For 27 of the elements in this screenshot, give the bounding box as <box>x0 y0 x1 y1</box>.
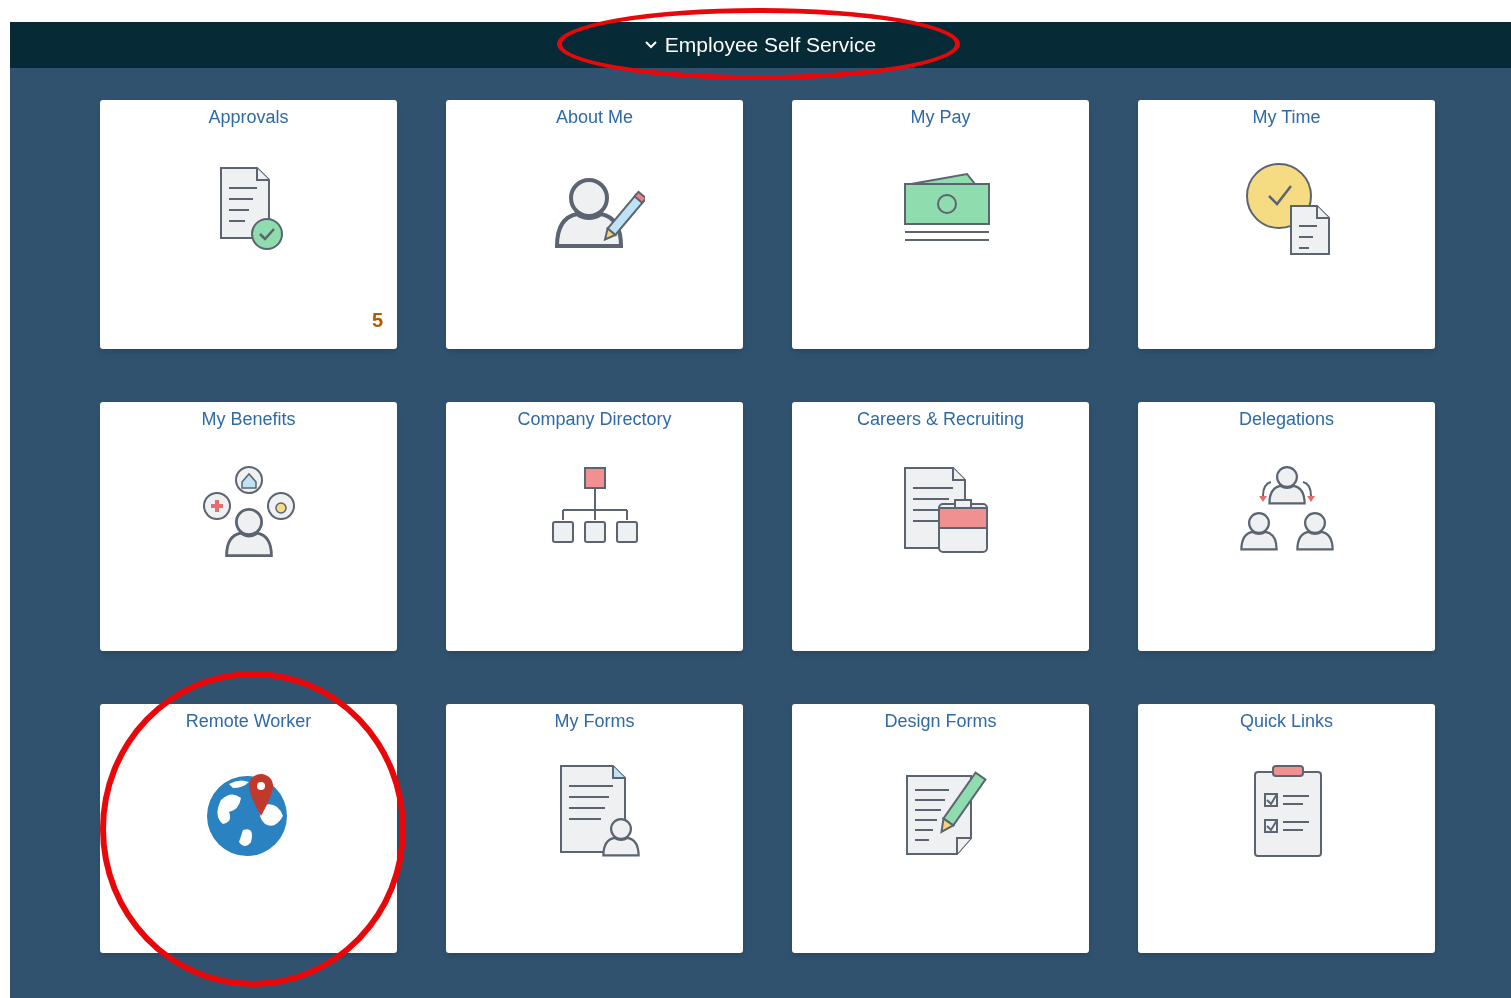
app-tile[interactable]: My Forms <box>446 704 743 953</box>
app-tile[interactable]: About Me <box>446 100 743 349</box>
tile-title: Design Forms <box>884 710 997 732</box>
tile-title: Approvals <box>208 106 289 128</box>
tile-title: Quick Links <box>1239 710 1333 732</box>
tile-title: Careers & Recruiting <box>856 408 1025 430</box>
dashboard-title-button[interactable]: Employee Self Service <box>644 29 877 61</box>
tile-title: My Benefits <box>201 408 296 430</box>
tile-count: 5 <box>371 309 383 331</box>
chevron-icon <box>644 41 657 49</box>
tile-title: My Forms <box>554 710 635 732</box>
tile-title: About Me <box>555 106 633 128</box>
app-tile[interactable]: Approvals 5 <box>100 100 397 349</box>
app-tile[interactable]: Company Directory <box>446 402 743 651</box>
tile-title: My Time <box>1252 106 1321 128</box>
app-tile[interactable]: Quick Links <box>1138 704 1435 953</box>
app-tile[interactable]: Remote Worker <box>100 704 397 953</box>
tile-title: Company Directory <box>517 408 672 430</box>
app-tile[interactable]: Careers & Recruiting <box>792 402 1089 651</box>
app-tile[interactable]: My Time <box>1138 100 1435 349</box>
app-tile[interactable]: Delegations <box>1138 402 1435 651</box>
tile-title: Remote Worker <box>185 710 312 732</box>
app-tile[interactable]: My Pay <box>792 100 1089 349</box>
tile-title: Delegations <box>1238 408 1335 430</box>
tile-title: My Pay <box>910 106 971 128</box>
app-tile[interactable]: My Benefits <box>100 402 397 651</box>
app-tile[interactable]: Design Forms <box>792 704 1089 953</box>
